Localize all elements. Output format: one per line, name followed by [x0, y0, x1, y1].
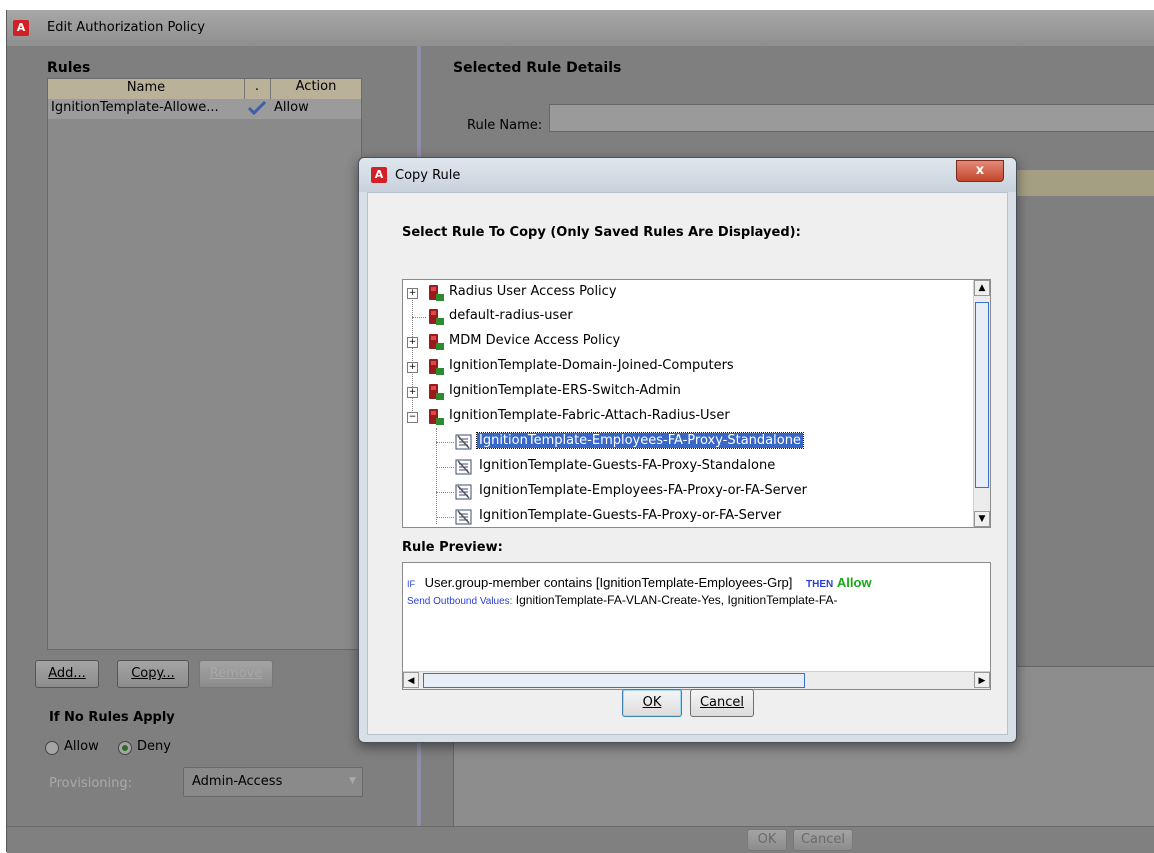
rule-name-input[interactable] — [549, 104, 1154, 132]
deny-radio-label: Deny — [137, 739, 171, 754]
preview-horizontal-scrollbar[interactable]: ◀ ▶ — [403, 671, 990, 689]
tree-item-label: IgnitionTemplate-ERS-Switch-Admin — [449, 383, 681, 398]
close-icon[interactable]: x — [956, 160, 1004, 182]
tree-item-label: IgnitionTemplate-Domain-Joined-Computers — [449, 358, 734, 373]
checkmark-icon — [247, 100, 267, 119]
chevron-down-icon: ▼ — [349, 776, 356, 786]
dialog-title-bar[interactable]: A Copy Rule x — [359, 158, 1016, 192]
copy-rule-dialog: A Copy Rule x Select Rule To Copy (Only … — [358, 157, 1017, 743]
provisioning-label: Provisioning: — [49, 776, 132, 791]
copy-button-label: Copy... — [131, 666, 175, 681]
tree-guide-line — [436, 442, 454, 443]
deny-radio[interactable] — [118, 741, 132, 755]
remove-button-label: Remove — [209, 666, 263, 681]
rules-heading: Rules — [47, 60, 91, 76]
rule-document-icon — [455, 484, 472, 500]
policy-icon — [429, 285, 444, 301]
tree-item-label: IgnitionTemplate-Employees-FA-Proxy-Stan… — [476, 432, 804, 449]
policy-icon — [429, 334, 444, 350]
add-button[interactable]: Add... — [35, 660, 99, 688]
column-header-name[interactable]: Name — [48, 80, 244, 95]
tree-item-label: IgnitionTemplate-Guests-FA-Proxy-Standal… — [479, 458, 776, 473]
footer-bar: OK Cancel — [7, 826, 1154, 853]
scroll-down-icon[interactable]: ▼ — [974, 511, 990, 527]
rule-name-cell: IgnitionTemplate-Allowe... — [51, 100, 219, 115]
dialog-body: Select Rule To Copy (Only Saved Rules Ar… — [367, 192, 1008, 735]
policy-icon — [429, 359, 444, 375]
allow-radio-label: Allow — [64, 739, 99, 754]
expand-icon[interactable]: + — [407, 337, 418, 348]
scroll-left-icon[interactable]: ◀ — [403, 672, 419, 688]
expand-icon[interactable]: + — [407, 387, 418, 398]
expand-icon[interactable]: + — [407, 362, 418, 373]
remove-button[interactable]: Remove — [199, 660, 273, 688]
main-cancel-button[interactable]: Cancel — [793, 829, 853, 851]
expand-icon[interactable]: + — [407, 288, 418, 299]
tree-guide-line — [436, 467, 454, 468]
preview-condition: User.group-member contains [IgnitionTemp… — [424, 575, 793, 590]
scroll-right-icon[interactable]: ▶ — [974, 672, 990, 688]
tree-item-label: MDM Device Access Policy — [449, 333, 621, 348]
if-keyword: IF — [407, 579, 415, 589]
send-outbound-label: Send Outbound Values: — [407, 596, 513, 607]
tree-item-label: IgnitionTemplate-Fabric-Attach-Radius-Us… — [449, 408, 730, 423]
tree-item-label: default-radius-user — [449, 308, 573, 323]
ok-button-label: OK — [642, 695, 662, 710]
cancel-button-label: Cancel — [699, 695, 745, 710]
if-no-rules-heading: If No Rules Apply — [49, 710, 175, 725]
rule-preview-box[interactable]: IF User.group-member contains [IgnitionT… — [402, 562, 991, 690]
rules-table-header: Name . Action — [48, 79, 361, 99]
tree-item-label: IgnitionTemplate-Employees-FA-Proxy-or-F… — [479, 483, 807, 498]
dialog-logo-icon: A — [371, 167, 387, 183]
table-row[interactable]: IgnitionTemplate-Allowe... Allow — [48, 99, 361, 119]
app-logo-icon: A — [13, 20, 29, 36]
tree-item-label: Radius User Access Policy — [449, 284, 617, 299]
policy-icon — [429, 384, 444, 400]
scroll-up-icon[interactable]: ▲ — [974, 280, 990, 296]
copy-button[interactable]: Copy... — [117, 660, 189, 688]
rule-document-icon — [455, 459, 472, 475]
collapse-icon[interactable]: − — [407, 412, 418, 423]
provisioning-select[interactable]: Admin-Access ▼ — [183, 767, 363, 797]
main-title-bar: A Edit Authorization Policy — [7, 10, 1154, 46]
policy-icon — [429, 409, 444, 425]
select-rule-label: Select Rule To Copy (Only Saved Rules Ar… — [402, 225, 801, 240]
allow-radio[interactable] — [45, 741, 59, 755]
rule-action-cell: Allow — [274, 100, 309, 115]
tree-scroll-thumb[interactable] — [975, 302, 989, 488]
rule-document-icon — [455, 434, 472, 450]
preview-send-line: Send Outbound Values: IgnitionTemplate-F… — [407, 593, 838, 607]
column-header-enabled[interactable]: . — [244, 79, 269, 99]
send-outbound-values: IgnitionTemplate-FA-VLAN-Create-Yes, Ign… — [515, 593, 838, 607]
rule-preview-label: Rule Preview: — [402, 540, 503, 555]
column-header-action[interactable]: Action — [270, 79, 361, 99]
tree-guide-line — [436, 492, 454, 493]
tree-vertical-scrollbar[interactable]: ▲ ▼ — [973, 280, 990, 527]
cancel-button[interactable]: Cancel — [690, 689, 754, 717]
preview-action: Allow — [836, 575, 872, 590]
rule-tree[interactable]: + Radius User Access Policy default-radi… — [402, 279, 991, 528]
tree-guide-line — [412, 317, 426, 318]
preview-condition-line: IF User.group-member contains [IgnitionT… — [407, 575, 872, 590]
tree-guide-line — [412, 294, 413, 419]
dialog-title: Copy Rule — [395, 168, 461, 183]
rules-table[interactable]: Name . Action IgnitionTemplate-Allowe...… — [47, 78, 362, 650]
selected-rule-heading: Selected Rule Details — [453, 60, 622, 76]
window-title: Edit Authorization Policy — [47, 20, 205, 35]
rule-document-icon — [455, 509, 472, 525]
rule-name-label: Rule Name: — [467, 118, 543, 133]
then-keyword: THEN — [806, 579, 834, 590]
preview-scroll-thumb[interactable] — [423, 673, 805, 688]
tree-guide-line — [436, 517, 454, 518]
provisioning-value: Admin-Access — [192, 774, 283, 789]
policy-icon — [429, 309, 444, 325]
tree-item-label: IgnitionTemplate-Guests-FA-Proxy-or-FA-S… — [479, 508, 782, 523]
ok-button[interactable]: OK — [622, 689, 682, 717]
add-button-label: Add... — [48, 666, 86, 681]
main-ok-button[interactable]: OK — [747, 829, 787, 851]
